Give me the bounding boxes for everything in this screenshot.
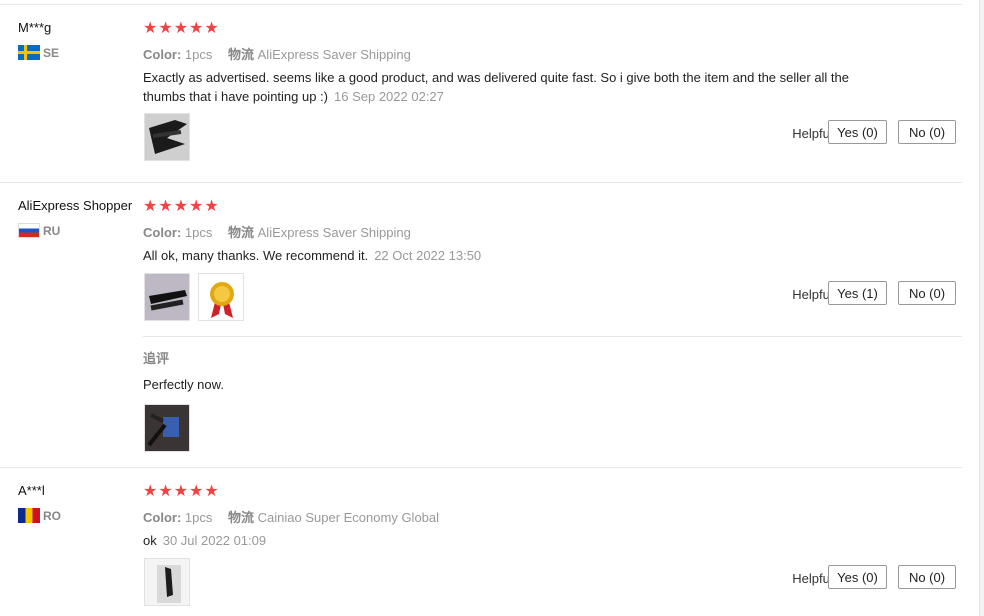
romania-flag-icon: [18, 508, 40, 523]
star-rating: ★★★★★: [143, 483, 220, 500]
review-date: 16 Sep 2022 02:27: [334, 89, 444, 104]
reviewer-name: M***g: [18, 20, 52, 35]
color-key: Color:: [143, 47, 182, 62]
color-value: 1pcs: [184, 225, 213, 240]
review-meta: Color: 1pcs 物流 AliExpress Saver Shipping: [143, 222, 411, 241]
review-body: Exactly as advertised. seems like a good…: [143, 70, 850, 104]
shipping-value: AliExpress Saver Shipping: [257, 47, 411, 62]
review-date: 22 Oct 2022 13:50: [374, 248, 482, 263]
shipping-key: 物流: [228, 510, 255, 525]
reviewer-name: A***l: [18, 483, 45, 498]
helpful-no-button[interactable]: No (0): [898, 281, 956, 305]
reviewer-name: AliExpress Shopper: [18, 198, 133, 213]
review-meta: Color: 1pcs 物流 Cainiao Super Economy Glo…: [143, 507, 439, 526]
shipping-value: AliExpress Saver Shipping: [257, 225, 411, 240]
helpful-no-button[interactable]: No (0): [898, 120, 956, 144]
vertical-scrollbar[interactable]: [979, 0, 984, 616]
review-meta: Color: 1pcs 物流 AliExpress Saver Shipping: [143, 44, 411, 63]
reviewer-country: RO: [18, 508, 61, 523]
divider: [0, 467, 962, 468]
review-text: ok 30 Jul 2022 01:09: [143, 531, 863, 550]
star-rating: ★★★★★: [143, 20, 220, 37]
review-photo[interactable]: [144, 558, 190, 606]
helpful-yes-button[interactable]: Yes (0): [828, 565, 887, 589]
color-value: 1pcs: [184, 510, 213, 525]
shipping-value: Cainiao Super Economy Global: [257, 510, 440, 525]
country-code: SE: [43, 45, 60, 60]
divider: [0, 182, 962, 183]
color-key: Color:: [143, 510, 182, 525]
review-text: All ok, many thanks. We recommend it. 22 …: [143, 246, 863, 265]
color-value: 1pcs: [184, 47, 213, 62]
helpful-no-button[interactable]: No (0): [898, 565, 956, 589]
russia-flag-icon: [18, 223, 40, 238]
review-text: Exactly as advertised. seems like a good…: [143, 68, 863, 106]
followup-divider: [143, 336, 962, 337]
star-rating: ★★★★★: [143, 198, 220, 215]
helpful-yes-button[interactable]: Yes (1): [828, 281, 887, 305]
reviewer-country: RU: [18, 223, 60, 238]
review-body: ok: [143, 533, 157, 548]
reviewer-country: SE: [18, 45, 59, 60]
shipping-key: 物流: [228, 225, 255, 240]
review-date: 30 Jul 2022 01:09: [162, 533, 267, 548]
review-photo[interactable]: [144, 113, 190, 161]
followup-label: 追评: [143, 351, 170, 366]
country-code: RO: [43, 508, 61, 523]
review-photo[interactable]: [144, 273, 190, 321]
shipping-key: 物流: [228, 47, 255, 62]
review-body: All ok, many thanks. We recommend it.: [143, 248, 369, 263]
country-code: RU: [43, 223, 61, 238]
review-photo-medal[interactable]: [198, 273, 244, 321]
helpful-yes-button[interactable]: Yes (0): [828, 120, 887, 144]
divider: [0, 4, 962, 5]
followup-text: Perfectly now.: [143, 377, 224, 392]
color-key: Color:: [143, 225, 182, 240]
sweden-flag-icon: [18, 45, 40, 60]
followup-photo[interactable]: [144, 404, 190, 452]
